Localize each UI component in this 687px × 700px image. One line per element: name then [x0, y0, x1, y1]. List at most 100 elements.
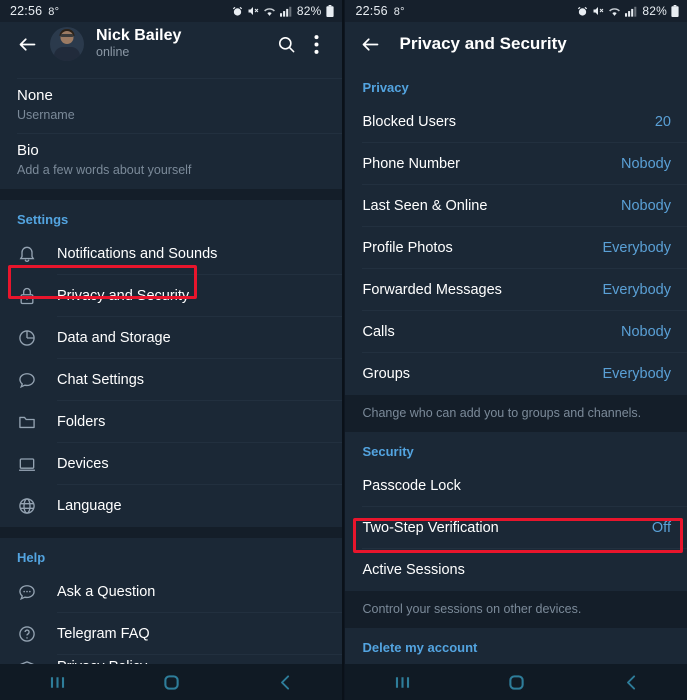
setting-value: Nobody	[621, 156, 671, 172]
back-chevron-icon[interactable]	[275, 672, 296, 693]
setting-row-two-step-verification[interactable]: Two-Step Verification Off	[345, 507, 687, 549]
setting-value: Everybody	[602, 366, 671, 382]
chat-dots-icon	[17, 582, 57, 602]
setting-row-forwarded-messages[interactable]: Forwarded Messages Everybody	[345, 269, 687, 311]
status-temperature: 8°	[48, 6, 60, 18]
back-arrow-icon[interactable]	[355, 29, 385, 59]
setting-label: Forwarded Messages	[362, 282, 502, 298]
alarm-icon	[232, 6, 243, 17]
bio-label: Bio	[17, 141, 39, 159]
alarm-icon	[577, 6, 588, 17]
sidebar-item-ask-a-question[interactable]: Ask a Question	[0, 571, 342, 613]
setting-label: Blocked Users	[362, 114, 456, 130]
sidebar-item-label: Notifications and Sounds	[57, 245, 218, 262]
setting-value: Off	[651, 520, 671, 536]
username-value: None	[17, 87, 53, 104]
back-chevron-icon[interactable]	[621, 672, 642, 693]
panel-divider	[341, 0, 345, 700]
globe-icon	[17, 496, 57, 516]
setting-value: 20	[654, 114, 671, 130]
lock-icon	[17, 286, 57, 306]
setting-label: Phone Number	[362, 156, 461, 172]
setting-row-blocked-users[interactable]: Blocked Users 20	[345, 101, 687, 143]
sidebar-item-label: Ask a Question	[57, 583, 156, 600]
sidebar-item-telegram-faq[interactable]: Telegram FAQ	[0, 613, 342, 655]
battery-icon	[325, 5, 334, 17]
sidebar-item-label: Language	[57, 497, 122, 514]
setting-label: Last Seen & Online	[362, 198, 488, 214]
recents-icon[interactable]	[392, 672, 413, 693]
back-arrow-icon[interactable]	[12, 29, 42, 59]
sidebar-item-language[interactable]: Language	[0, 485, 342, 527]
settings-section-header: Settings	[17, 211, 69, 227]
more-vertical-icon[interactable]	[302, 29, 332, 59]
left-panel-settings: 22:56 8° 82% Nick Bailey online None Use…	[0, 0, 342, 700]
home-icon[interactable]	[506, 672, 527, 693]
sidebar-item-label: Privacy and Security	[57, 287, 190, 304]
page-title: Privacy and Security	[399, 34, 567, 53]
sidebar-item-label: Data and Storage	[57, 329, 171, 346]
nav-bar-left	[0, 664, 342, 700]
setting-label: Profile Photos	[362, 240, 453, 256]
privacy-hint-text: Change who can add you to groups and cha…	[345, 395, 687, 432]
mute-icon	[247, 5, 259, 17]
right-scroll-area[interactable]: Privacy Blocked Users 20 Phone Number No…	[345, 66, 687, 661]
sidebar-item-chat-settings[interactable]: Chat Settings	[0, 359, 342, 401]
setting-label: Calls	[362, 324, 395, 340]
setting-row-phone-number[interactable]: Phone Number Nobody	[345, 143, 687, 185]
delete-my-account-header: Delete my account	[362, 640, 478, 655]
setting-label: Groups	[362, 366, 411, 382]
sidebar-item-devices[interactable]: Devices	[0, 443, 342, 485]
setting-row-groups[interactable]: Groups Everybody	[345, 353, 687, 395]
privacy-section-header: Privacy	[362, 80, 409, 95]
chat-bubble-icon	[17, 370, 57, 390]
battery-percent: 82%	[642, 4, 667, 18]
sidebar-item-notifications[interactable]: Notifications and Sounds	[0, 233, 342, 275]
battery-percent: 82%	[296, 4, 322, 18]
sidebar-item-label: Devices	[57, 455, 109, 472]
search-icon[interactable]	[272, 29, 302, 59]
profile-row-username[interactable]: None Username	[0, 79, 342, 134]
sidebar-item-folders[interactable]: Folders	[0, 401, 342, 443]
security-section-header: Security	[362, 444, 414, 459]
signal-icon	[625, 6, 637, 17]
section-gap-1	[0, 188, 342, 200]
profile-status: online	[96, 45, 130, 60]
status-bar-right-group: 82%	[232, 4, 334, 18]
status-temperature: 8°	[393, 6, 405, 18]
profile-row-bio[interactable]: Bio Add a few words about yourself	[0, 134, 342, 189]
setting-row-calls[interactable]: Calls Nobody	[345, 311, 687, 353]
setting-value: Everybody	[602, 240, 671, 256]
dual-screenshot: 22:56 8° 82% Nick Bailey online None Use…	[0, 0, 687, 700]
bell-icon	[17, 244, 57, 264]
wifi-icon	[608, 6, 621, 17]
status-bar-left-group: 22:56 8°	[10, 4, 59, 18]
profile-name: Nick Bailey	[96, 26, 182, 44]
wifi-icon	[263, 6, 276, 17]
sidebar-item-label: Telegram FAQ	[57, 625, 150, 642]
setting-label: Passcode Lock	[362, 478, 461, 494]
username-label: Username	[17, 108, 75, 123]
status-bar-right-group: 82%	[577, 4, 679, 18]
profile-titles: Nick Bailey online	[96, 27, 272, 61]
sidebar-item-data-and-storage[interactable]: Data and Storage	[0, 317, 342, 359]
setting-row-active-sessions[interactable]: Active Sessions	[345, 549, 687, 591]
setting-label: Two-Step Verification	[362, 520, 499, 536]
section-gap-2	[0, 526, 342, 538]
recents-icon[interactable]	[47, 672, 68, 693]
home-icon[interactable]	[161, 672, 182, 693]
right-panel-privacy-and-security: 22:56 8° 82% Privacy and Security Privac…	[345, 0, 687, 700]
status-bar-right: 22:56 8° 82%	[345, 0, 687, 22]
sidebar-item-label: Chat Settings	[57, 371, 145, 388]
left-scroll-area[interactable]: None Username Bio Add a few words about …	[0, 66, 342, 679]
setting-row-passcode-lock[interactable]: Passcode Lock	[345, 465, 687, 507]
laptop-icon	[17, 454, 57, 474]
mute-icon	[592, 5, 604, 17]
setting-label: Active Sessions	[362, 562, 465, 578]
setting-row-profile-photos[interactable]: Profile Photos Everybody	[345, 227, 687, 269]
setting-row-last-seen-and-online[interactable]: Last Seen & Online Nobody	[345, 185, 687, 227]
avatar[interactable]	[50, 27, 84, 61]
sidebar-item-privacy-and-security[interactable]: Privacy and Security	[0, 275, 342, 317]
help-section-header: Help	[17, 549, 46, 565]
status-time: 22:56	[10, 4, 43, 18]
